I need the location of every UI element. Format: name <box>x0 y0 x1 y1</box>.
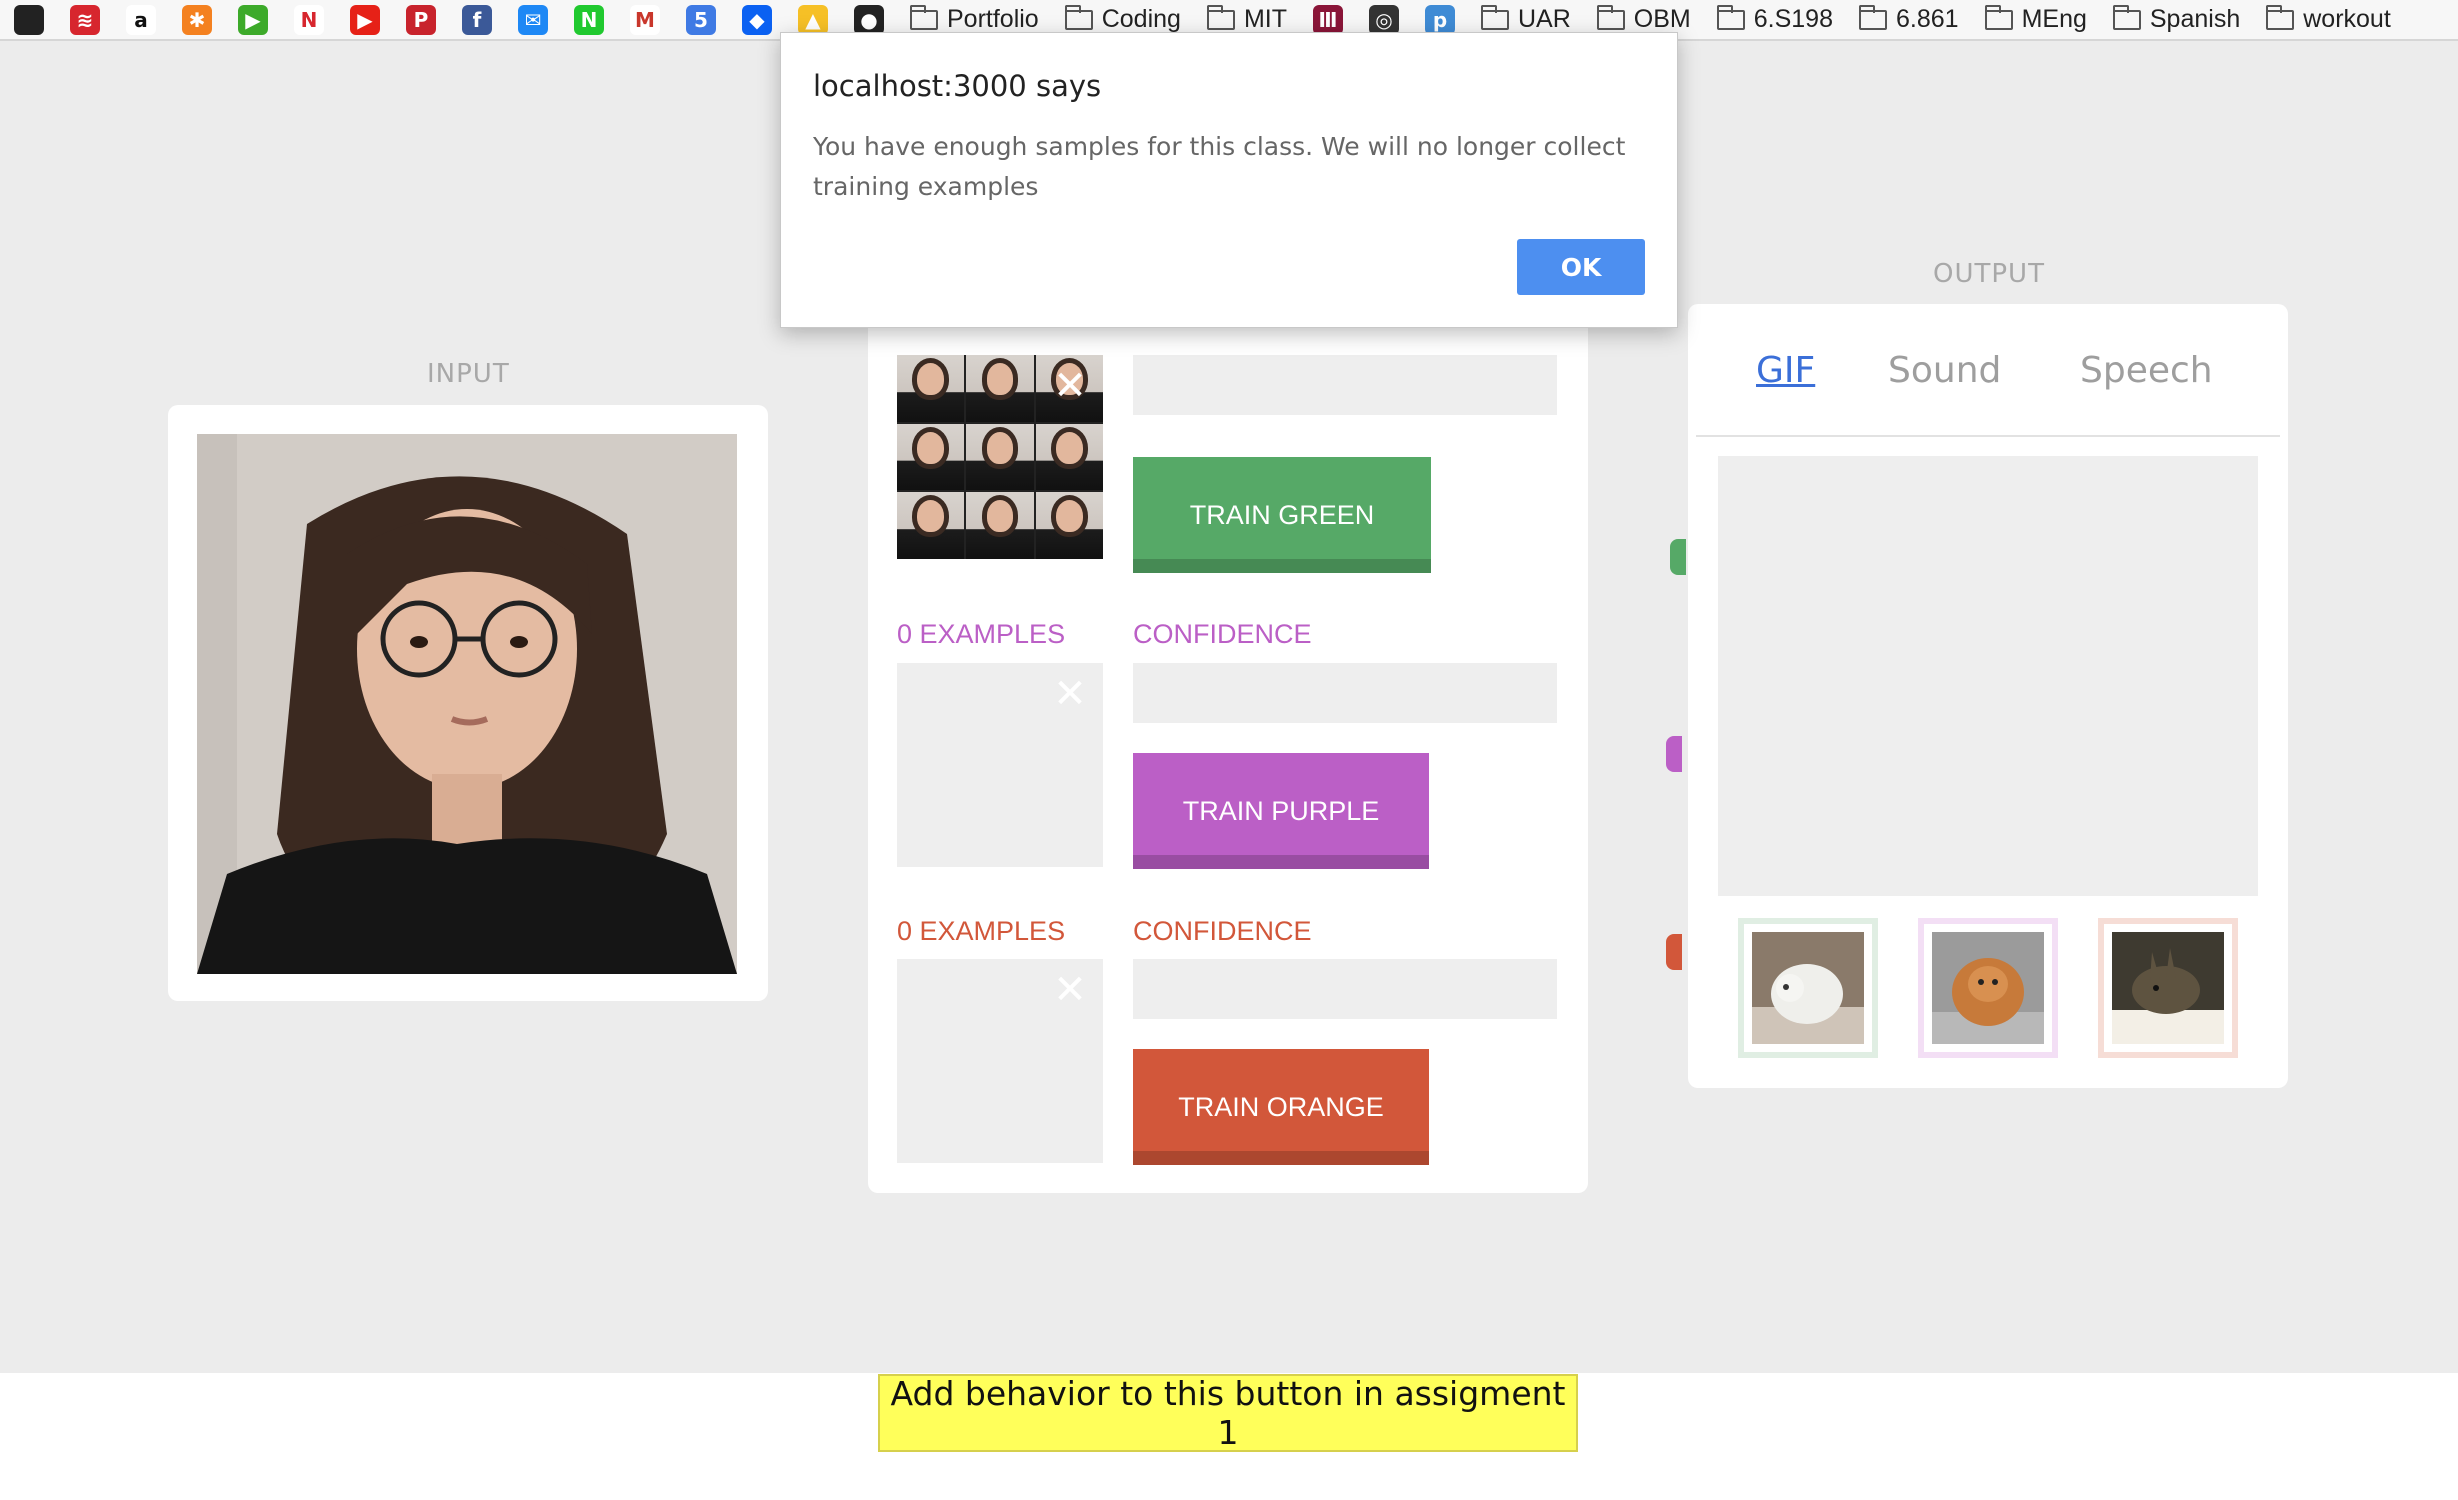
google-drive-icon[interactable]: ▲ <box>798 4 828 35</box>
example-thumbnail <box>897 423 965 491</box>
bookmark-folder-label: OBM <box>1633 5 1691 33</box>
gif-preview <box>1718 456 2258 896</box>
bookmark-folder-workout[interactable]: workout <box>2266 4 2391 34</box>
side-indicator-orange <box>1666 934 1682 970</box>
folder-icon <box>910 4 938 30</box>
example-thumbnail <box>1035 423 1103 491</box>
alert-title: localhost:3000 says <box>813 69 1102 103</box>
tab-sound[interactable]: Sound <box>1888 350 2001 391</box>
clear-examples-orange-icon[interactable]: ✕ <box>1053 970 1087 1010</box>
p-app-icon[interactable]: p <box>1425 4 1455 35</box>
tabs-divider <box>1696 435 2280 437</box>
bookmark-folder-label: workout <box>2303 5 2391 33</box>
webcam-feed <box>197 434 737 974</box>
verizon-icon[interactable] <box>14 4 44 35</box>
bookmark-folder-label: MIT <box>1243 5 1287 33</box>
assignment-button[interactable]: Add behavior to this button in assigment… <box>878 1374 1578 1452</box>
train-green-button[interactable]: TRAIN GREEN <box>1133 457 1431 573</box>
train-purple-button[interactable]: TRAIN PURPLE <box>1133 753 1429 869</box>
confidence-bar-orange <box>1133 959 1557 1019</box>
folder-icon <box>1716 4 1745 30</box>
pomeranian-gif-image <box>1932 932 2044 1044</box>
bookmark-folder-label: Coding <box>1101 5 1181 33</box>
training-card: ✕ TRAIN GREEN 0 EXAMPLES CONFIDENCE ✕ TR… <box>868 293 1588 1193</box>
bookmark-folder-uar[interactable]: UAR <box>1481 4 1571 34</box>
bookmark-folder-mit[interactable]: MIT <box>1206 4 1287 34</box>
example-thumbnail <box>966 492 1034 559</box>
example-thumbnail <box>897 492 965 559</box>
output-section-label: OUTPUT <box>1933 259 2045 289</box>
bookmark-folder-spanish[interactable]: Spanish <box>2112 4 2241 34</box>
output-card: GIF Sound Speech <box>1688 304 2288 1088</box>
amazon-icon[interactable]: a <box>126 4 156 35</box>
gmail-icon[interactable]: M <box>630 4 660 35</box>
gif-thumb-orange[interactable] <box>2098 918 2238 1058</box>
bookmark-folder-label: UAR <box>1518 5 1571 33</box>
naver-icon[interactable]: N <box>574 4 604 35</box>
example-thumbnail <box>897 355 965 422</box>
pinterest-icon[interactable]: P <box>406 4 436 35</box>
confidence-bar-purple <box>1133 663 1557 723</box>
tab-speech[interactable]: Speech <box>2080 350 2213 391</box>
input-card <box>168 405 768 1001</box>
dropbox-icon[interactable]: ◆ <box>742 4 772 35</box>
folder-icon <box>1984 4 2013 30</box>
examples-thumbnails-green: ✕ <box>897 355 1103 559</box>
bookmark-folder-label: 6.861 <box>1896 5 1959 33</box>
gif-thumb-green[interactable] <box>1738 918 1878 1058</box>
alert-message: You have enough samples for this class. … <box>813 132 1626 201</box>
ok-button[interactable]: OK <box>1517 239 1645 295</box>
confidence-label-orange: CONFIDENCE <box>1133 916 1312 946</box>
folder-icon <box>1064 4 1093 30</box>
clear-examples-green-icon[interactable]: ✕ <box>1053 366 1087 406</box>
side-indicator-purple <box>1666 736 1682 772</box>
slice-icon[interactable]: ✱ <box>182 4 212 35</box>
dog-gif-image <box>1752 932 1864 1044</box>
folder-icon <box>1481 4 1509 30</box>
folder-icon <box>1206 4 1235 30</box>
bookmark-folder-label: 6.S198 <box>1753 5 1833 33</box>
bookmark-folder-meng[interactable]: MEng <box>1984 4 2087 34</box>
example-thumbnail <box>966 355 1034 422</box>
examples-count-orange: 0 EXAMPLES <box>897 916 1066 946</box>
side-indicator-green <box>1670 539 1686 575</box>
bank-of-america-icon[interactable]: ≋ <box>70 4 100 35</box>
bookmark-folder-label: Spanish <box>2149 5 2241 33</box>
alert-dialog: localhost:3000 says You have enough samp… <box>780 32 1678 328</box>
folder-icon <box>1859 4 1887 30</box>
github-icon[interactable]: ● <box>854 4 884 35</box>
folder-icon <box>2112 4 2141 30</box>
clear-examples-purple-icon[interactable]: ✕ <box>1053 674 1087 714</box>
netflix-icon[interactable]: N <box>294 4 324 35</box>
calendar-icon[interactable]: 5 <box>686 4 716 35</box>
confidence-label-purple: CONFIDENCE <box>1133 619 1312 649</box>
folder-icon <box>2266 4 2295 30</box>
tab-gif[interactable]: GIF <box>1756 350 1815 391</box>
facebook-icon[interactable]: f <box>462 4 492 35</box>
bookmark-folder-6-861[interactable]: 6.861 <box>1859 4 1959 34</box>
bookmark-folder-label: MEng <box>2021 5 2087 33</box>
bookmark-folder-portfolio[interactable]: Portfolio <box>910 4 1039 34</box>
folder-icon <box>1596 4 1625 30</box>
ring-icon[interactable]: ◎ <box>1369 4 1399 35</box>
input-section-label: INPUT <box>427 359 510 389</box>
example-thumbnail <box>1035 492 1103 559</box>
examples-thumbnails-purple: ✕ <box>897 663 1103 867</box>
examples-thumbnails-orange: ✕ <box>897 959 1103 1163</box>
example-thumbnail <box>966 423 1034 491</box>
bookmark-folder-obm[interactable]: OBM <box>1596 4 1691 34</box>
mit-logo-icon[interactable]: Ⅲ <box>1313 4 1343 35</box>
examples-count-purple: 0 EXAMPLES <box>897 619 1066 649</box>
gif-thumb-purple[interactable] <box>1918 918 2058 1058</box>
messenger-icon[interactable]: ✉ <box>518 4 548 35</box>
bookmark-folder-coding[interactable]: Coding <box>1064 4 1181 34</box>
bookmark-folder-6-s198[interactable]: 6.S198 <box>1716 4 1833 34</box>
youtube-icon[interactable]: ▶ <box>350 4 380 35</box>
bunny-gif-image <box>2112 932 2224 1044</box>
confidence-bar-green <box>1133 355 1557 415</box>
bookmark-folder-label: Portfolio <box>947 5 1039 33</box>
train-orange-button[interactable]: TRAIN ORANGE <box>1133 1049 1429 1165</box>
webcam-image <box>197 434 737 974</box>
play-icon[interactable]: ▶ <box>238 4 268 35</box>
